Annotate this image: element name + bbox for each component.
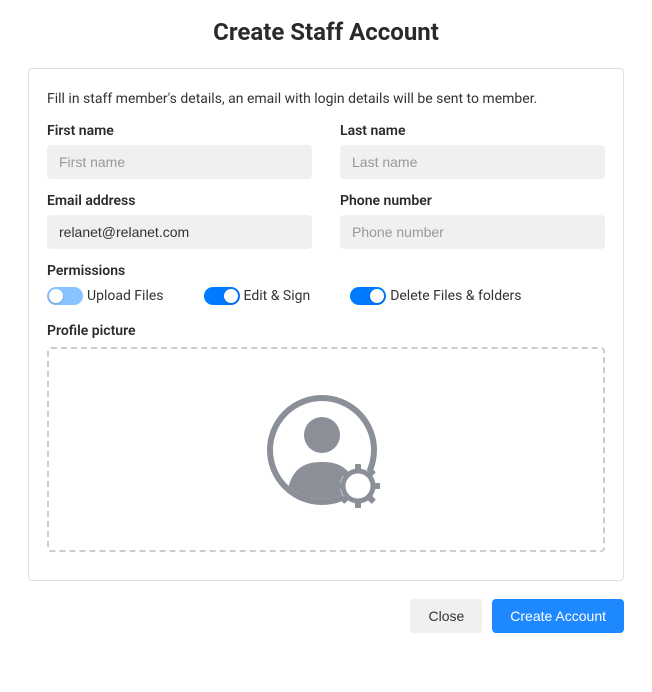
close-button[interactable]: Close	[410, 599, 482, 633]
permission-delete: Delete Files & folders	[350, 287, 521, 305]
phone-input[interactable]	[340, 215, 605, 249]
permission-label-edit: Edit & Sign	[244, 288, 311, 304]
form-card: Fill in staff member's details, an email…	[28, 68, 624, 581]
email-label: Email address	[47, 193, 312, 209]
toggle-edit-sign[interactable]	[204, 287, 240, 305]
permissions-label: Permissions	[47, 263, 605, 279]
first-name-field-group: First name	[47, 123, 312, 179]
profile-picture-group: Profile picture	[47, 323, 605, 552]
intro-text: Fill in staff member's details, an email…	[47, 91, 605, 107]
permissions-group: Permissions Upload Files Edit & Sign Del…	[47, 263, 605, 305]
permission-label-delete: Delete Files & folders	[390, 288, 521, 304]
profile-picture-label: Profile picture	[47, 323, 605, 339]
footer-actions: Close Create Account	[28, 599, 624, 633]
toggle-upload-files[interactable]	[47, 287, 83, 305]
create-account-button[interactable]: Create Account	[492, 599, 624, 633]
permission-label-upload: Upload Files	[87, 288, 164, 304]
last-name-label: Last name	[340, 123, 605, 139]
permission-edit-sign: Edit & Sign	[204, 287, 311, 305]
phone-label: Phone number	[340, 193, 605, 209]
email-field-group: Email address	[47, 193, 312, 249]
email-input[interactable]	[47, 215, 312, 249]
permission-upload-files: Upload Files	[47, 287, 164, 305]
profile-picture-dropzone[interactable]	[47, 347, 605, 552]
first-name-label: First name	[47, 123, 312, 139]
page-title: Create Staff Account	[0, 18, 652, 46]
profile-gear-icon	[266, 390, 386, 510]
phone-field-group: Phone number	[340, 193, 605, 249]
last-name-field-group: Last name	[340, 123, 605, 179]
first-name-input[interactable]	[47, 145, 312, 179]
last-name-input[interactable]	[340, 145, 605, 179]
toggle-delete[interactable]	[350, 287, 386, 305]
